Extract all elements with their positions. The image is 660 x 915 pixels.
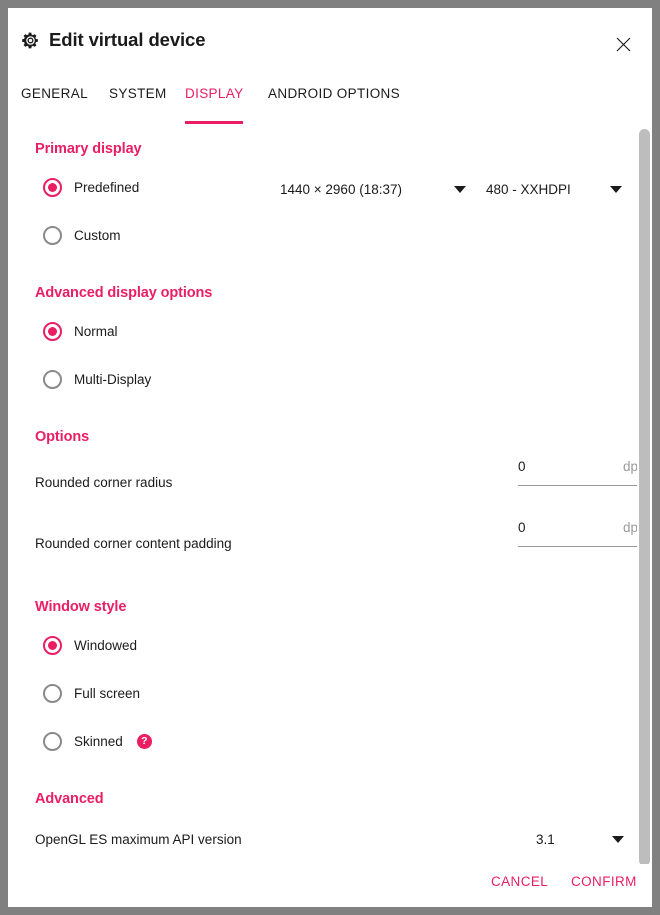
density-dropdown-value: 480 - XXHDPI (486, 182, 610, 197)
resolution-dropdown-value: 1440 × 2960 (18:37) (280, 182, 454, 197)
section-title-advanced-display-options: Advanced display options (35, 285, 212, 301)
tab-general[interactable]: GENERAL (21, 86, 88, 124)
rounded-corner-content-padding-value: 0 (518, 520, 526, 535)
section-title-advanced: Advanced (35, 791, 104, 807)
page-title: Edit virtual device (49, 29, 205, 51)
radio-skinned-label: Skinned (74, 734, 123, 749)
section-title-window-style: Window style (35, 599, 126, 615)
section-title-options: Options (35, 429, 89, 445)
radio-windowed[interactable]: Windowed (43, 636, 137, 655)
scrollbar-thumb[interactable] (639, 129, 650, 866)
tab-bar: GENERAL SYSTEM DISPLAY ANDROID OPTIONS (8, 86, 652, 126)
radio-predefined[interactable]: Predefined (43, 178, 139, 197)
rounded-corner-radius-label: Rounded corner radius (35, 475, 172, 490)
resolution-dropdown[interactable]: 1440 × 2960 (18:37) (280, 178, 466, 200)
confirm-button[interactable]: CONFIRM (571, 874, 637, 889)
radio-multi-display-indicator (43, 370, 62, 389)
chevron-down-icon (454, 186, 466, 193)
tab-android-options-label: ANDROID OPTIONS (268, 86, 400, 101)
radio-normal-label: Normal (74, 324, 118, 339)
radio-skinned-indicator (43, 732, 62, 751)
radio-multi-display-label: Multi-Display (74, 372, 151, 387)
dialog-footer: CANCEL CONFIRM (8, 864, 652, 907)
tab-general-label: GENERAL (21, 86, 88, 101)
radio-normal[interactable]: Normal (43, 322, 118, 341)
radio-custom[interactable]: Custom (43, 226, 121, 245)
dialog-header: Edit virtual device (8, 8, 652, 72)
radio-full-screen-indicator (43, 684, 62, 703)
radio-predefined-indicator (43, 178, 62, 197)
radio-custom-label: Custom (74, 228, 121, 243)
tab-display-label: DISPLAY (185, 86, 243, 101)
tab-system-label: SYSTEM (109, 86, 167, 101)
dialog-title-group: Edit virtual device (21, 29, 205, 51)
close-button[interactable] (609, 30, 637, 58)
chevron-down-icon (610, 186, 622, 193)
dialog-body: Primary display Predefined 1440 × 2960 (… (8, 126, 652, 861)
radio-windowed-indicator (43, 636, 62, 655)
opengl-version-dropdown[interactable]: 3.1 (536, 828, 624, 850)
opengl-version-value: 3.1 (536, 832, 612, 847)
confirm-button-label: CONFIRM (571, 874, 637, 889)
radio-multi-display[interactable]: Multi-Display (43, 370, 151, 389)
rounded-corner-content-padding-unit: dp (623, 520, 638, 535)
rounded-corner-content-padding-input[interactable]: 0 dp (518, 520, 638, 547)
cancel-button-label: CANCEL (491, 874, 548, 889)
tab-display[interactable]: DISPLAY (185, 86, 243, 124)
gear-icon (21, 31, 49, 50)
rounded-corner-radius-value: 0 (518, 459, 526, 474)
cancel-button[interactable]: CANCEL (491, 874, 548, 889)
radio-custom-indicator (43, 226, 62, 245)
edit-virtual-device-dialog: Edit virtual device GENERAL SYSTEM DISPL… (8, 8, 652, 907)
tab-display-underline (185, 121, 243, 124)
rounded-corner-radius-unit: dp (623, 459, 638, 474)
vertical-scrollbar[interactable] (637, 126, 652, 861)
opengl-version-label: OpenGL ES maximum API version (35, 832, 242, 847)
radio-normal-indicator (43, 322, 62, 341)
radio-full-screen[interactable]: Full screen (43, 684, 140, 703)
radio-skinned[interactable]: Skinned ? (43, 732, 152, 751)
chevron-down-icon (612, 836, 624, 843)
help-icon[interactable]: ? (137, 734, 152, 749)
density-dropdown[interactable]: 480 - XXHDPI (486, 178, 622, 200)
rounded-corner-radius-input[interactable]: 0 dp (518, 459, 638, 486)
tab-system[interactable]: SYSTEM (109, 86, 167, 124)
tab-android-options[interactable]: ANDROID OPTIONS (268, 86, 400, 124)
section-title-primary-display: Primary display (35, 141, 142, 157)
radio-full-screen-label: Full screen (74, 686, 140, 701)
close-icon (616, 37, 631, 52)
rounded-corner-content-padding-label: Rounded corner content padding (35, 536, 232, 551)
radio-windowed-label: Windowed (74, 638, 137, 653)
radio-predefined-label: Predefined (74, 180, 139, 195)
